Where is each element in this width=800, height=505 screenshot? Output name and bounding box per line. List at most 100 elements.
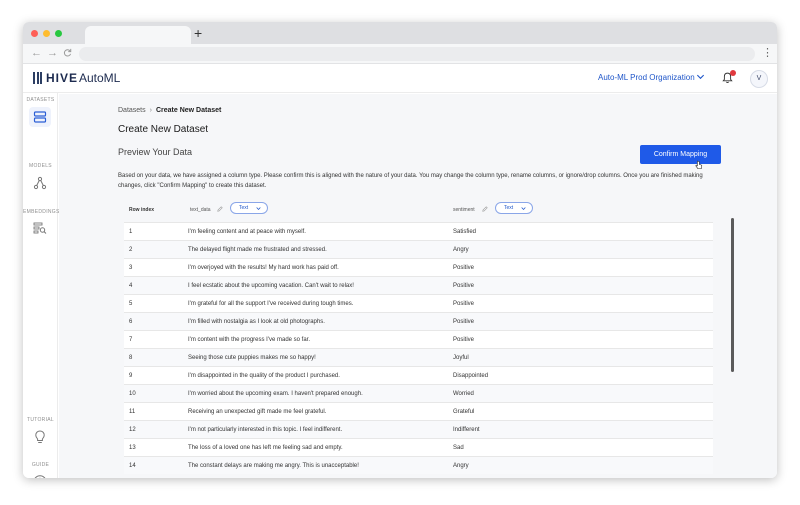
section-title: Preview Your Data — [118, 147, 193, 157]
sentiment-cell: Positive — [453, 337, 475, 343]
data-preview-table: Row index text_data Text sentiment Text … — [124, 198, 713, 478]
forward-arrow-icon[interactable]: → — [47, 47, 58, 59]
table-row: 6 I'm filled with nostalgia as I look at … — [124, 312, 713, 330]
confirm-mapping-button[interactable]: Confirm Mapping — [640, 145, 721, 164]
sentiment-cell: Positive — [453, 283, 475, 289]
text-data-cell: I'm disappointed in the quality of the p… — [188, 373, 340, 379]
column-header-text-data[interactable]: text_data — [190, 207, 211, 214]
embedding-search-icon[interactable] — [32, 220, 48, 236]
sentiment-cell: Worried — [453, 391, 474, 397]
sentiment-cell: Indifferent — [453, 427, 480, 433]
text-data-cell: The loss of a loved one has left me feel… — [188, 445, 343, 451]
row-index-cell: 9 — [129, 373, 133, 379]
row-index-cell: 12 — [129, 427, 136, 433]
sentiment-cell: Angry — [453, 463, 469, 469]
network-icon[interactable] — [32, 175, 48, 191]
page-title: Create New Dataset — [118, 124, 209, 135]
breadcrumb-current: Create New Dataset — [155, 107, 222, 114]
row-index-cell: 11 — [129, 409, 136, 415]
text-data-cell: The delayed flight made me frustrated an… — [188, 247, 327, 253]
text-data-cell: I'm not particularly interested in this … — [188, 427, 343, 433]
new-tab-button[interactable]: + — [194, 26, 202, 40]
breadcrumb: Datasets › Create New Dataset — [118, 106, 221, 115]
column-type-select-sentiment[interactable]: Text — [495, 202, 533, 214]
row-index-cell: 8 — [129, 355, 133, 361]
sidebar: DATASETS MODELS EMBEDDINGS TUTORIAL GUID… — [23, 93, 60, 478]
column-type-select-text-data[interactable]: Text — [230, 202, 268, 214]
row-index-cell: 13 — [129, 445, 136, 451]
maximize-window-icon[interactable] — [55, 30, 62, 37]
sentiment-cell: Positive — [453, 319, 475, 325]
table-row: 13 The loss of a loved one has left me fe… — [124, 438, 713, 456]
text-data-cell: I'm overjoyed with the results! My hard … — [188, 265, 339, 271]
row-index-cell: 7 — [129, 337, 133, 343]
text-data-cell: I feel ecstatic about the upcoming vacat… — [188, 283, 354, 289]
table-row: 1 I'm feeling content and at peace with m… — [124, 222, 713, 240]
sidebar-label-models: MODELS — [29, 163, 52, 169]
text-data-cell: Seeing those cute puppies makes me so ha… — [188, 355, 316, 361]
column-type-value: Text — [504, 205, 514, 211]
sentiment-cell: Sad — [453, 445, 464, 451]
chevron-down-icon — [521, 207, 526, 211]
edit-pencil-icon[interactable] — [482, 206, 488, 212]
row-index-cell: 3 — [129, 265, 133, 271]
table-scrollbar[interactable] — [731, 218, 734, 372]
browser-menu-icon[interactable]: ⋮ — [762, 46, 773, 59]
text-data-cell: I'm content with the progress I've made … — [188, 337, 311, 343]
breadcrumb-separator: › — [149, 107, 152, 114]
browser-toolbar: ← → ⋮ — [23, 44, 777, 64]
text-data-cell: I'm filled with nostalgia as I look at o… — [188, 319, 325, 325]
browser-tab[interactable] — [85, 26, 191, 44]
minimize-window-icon[interactable] — [43, 30, 50, 37]
organization-selector[interactable]: Auto-ML Prod Organization — [598, 73, 695, 83]
text-data-cell: I'm worried about the upcoming exam. I h… — [188, 391, 363, 397]
table-row: 9 I'm disappointed in the quality of the … — [124, 366, 713, 384]
table-row: 11 Receiving an unexpected gift made me f… — [124, 402, 713, 420]
sidebar-label-embeddings: EMBEDDINGS — [23, 209, 60, 215]
row-index-cell: 6 — [129, 319, 133, 325]
table-row: 3 I'm overjoyed with the results! My hard… — [124, 258, 713, 276]
instructions-text: Based on your data, we have assigned a c… — [118, 173, 703, 189]
chevron-down-icon[interactable] — [696, 72, 705, 81]
user-avatar[interactable]: V — [750, 70, 768, 88]
edit-pencil-icon[interactable] — [217, 206, 223, 212]
row-index-cell: 10 — [129, 391, 136, 397]
text-data-cell: I'm feeling content and at peace with my… — [188, 229, 306, 235]
browser-tab-bar: + — [23, 22, 777, 44]
table-row: 12 I'm not particularly interested in thi… — [124, 420, 713, 438]
table-row: 4 I feel ecstatic about the upcoming vaca… — [124, 276, 713, 294]
column-type-value: Text — [239, 205, 249, 211]
sentiment-cell: Angry — [453, 247, 469, 253]
table-row: 14 The constant delays are making me angr… — [124, 456, 713, 474]
table-row: 5 I'm grateful for all the support I've r… — [124, 294, 713, 312]
text-data-cell: Receiving an unexpected gift made me fee… — [188, 409, 327, 415]
logo-wordmark-bold: HIVE — [46, 71, 79, 85]
mouse-cursor-icon — [695, 160, 703, 169]
close-window-icon[interactable] — [31, 30, 38, 37]
row-index-cell: 2 — [129, 247, 133, 253]
text-data-cell: I'm grateful for all the support I've re… — [188, 301, 354, 307]
breadcrumb-datasets-link[interactable]: Datasets — [118, 107, 146, 114]
sentiment-cell: Grateful — [453, 409, 475, 415]
database-icon[interactable] — [32, 109, 48, 125]
row-index-cell: 4 — [129, 283, 133, 289]
main-content: Datasets › Create New Dataset Create New D… — [59, 94, 777, 478]
table-row: 10 I'm worried about the upcoming exam. I… — [124, 384, 713, 402]
address-bar[interactable] — [79, 47, 755, 61]
lightbulb-icon[interactable] — [32, 429, 48, 445]
logo-wordmark-light: AutoML — [79, 71, 121, 85]
column-header-sentiment[interactable]: sentiment — [453, 207, 475, 214]
column-header-row-index: Row index — [129, 207, 155, 213]
hive-logo-icon — [33, 72, 42, 84]
sidebar-label-datasets: DATASETS — [26, 97, 55, 103]
row-index-cell: 1 — [129, 229, 133, 235]
help-circle-icon[interactable] — [32, 474, 48, 478]
notification-badge — [730, 70, 736, 76]
sentiment-cell: Satisfied — [453, 229, 477, 235]
table-row: 2 The delayed flight made me frustrated a… — [124, 240, 713, 258]
sentiment-cell: Positive — [453, 301, 475, 307]
back-arrow-icon[interactable]: ← — [31, 47, 42, 59]
reload-icon[interactable] — [63, 47, 72, 60]
sidebar-label-tutorial: TUTORIAL — [26, 417, 55, 423]
row-index-cell: 5 — [129, 301, 133, 307]
